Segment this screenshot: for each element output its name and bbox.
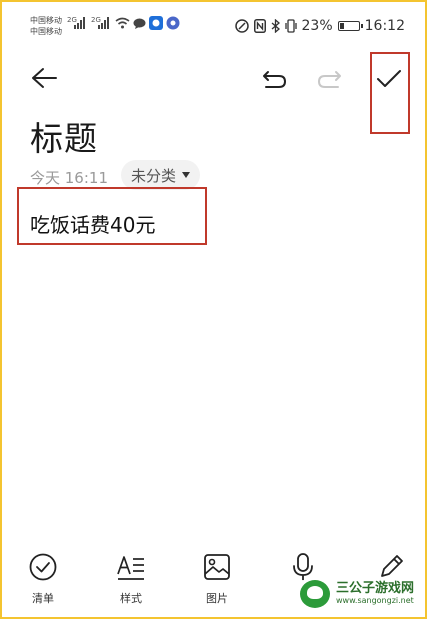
signal-icon (74, 17, 85, 29)
message-icon (133, 18, 146, 29)
carrier-1: 中国移动 (30, 16, 62, 25)
app-notification-icon (149, 16, 163, 30)
carrier-labels: 中国移动 中国移动 (30, 15, 62, 37)
handwriting-button[interactable] (376, 552, 406, 582)
category-selector[interactable]: 未分类 (121, 160, 201, 190)
checklist-label: 清单 (32, 592, 54, 605)
vibrate-icon (284, 19, 297, 33)
status-right: 23% 16:12 (234, 18, 405, 34)
battery-icon (337, 21, 363, 31)
undo-icon (263, 71, 286, 88)
image-button[interactable]: 图片 (202, 552, 232, 606)
undo-button[interactable] (258, 64, 290, 94)
image-label: 图片 (206, 592, 228, 605)
text-style-button[interactable]: 样式 (116, 552, 146, 606)
checklist-button[interactable]: 清单 (28, 552, 58, 606)
category-label: 未分类 (131, 166, 177, 185)
redo-icon (318, 71, 341, 88)
battery-fill (339, 23, 345, 29)
carrier-2: 中国移动 (30, 27, 62, 36)
clock: 16:12 (364, 18, 405, 34)
pen-icon (381, 555, 403, 577)
confirm-button[interactable] (372, 62, 406, 96)
note-title-input[interactable]: 标题 (30, 112, 98, 160)
checklist-icon (29, 553, 57, 581)
note-date: 今天 16:11 (30, 169, 108, 187)
voice-button[interactable] (288, 552, 318, 582)
text-style-label: 样式 (120, 592, 142, 605)
note-content[interactable]: 吃饭话费40元 (30, 209, 155, 238)
watermark-logo-icon (300, 580, 330, 608)
watermark-title: 三公子游戏网 (336, 581, 415, 596)
watermark-text: 三公子游戏网 www.sangongzi.net (336, 582, 414, 606)
check-icon (377, 70, 401, 87)
image-icon (204, 554, 230, 580)
signal-icon-2 (98, 17, 109, 29)
arrow-left-icon (32, 68, 57, 88)
wifi-icon (115, 17, 130, 29)
watermark-url: www.sangongzi.net (336, 596, 414, 605)
bluetooth-icon (271, 19, 280, 33)
redo-button[interactable] (314, 64, 346, 94)
text-style-icon (117, 556, 144, 580)
n-mark-icon (253, 19, 266, 33)
app-notification-icon-2 (166, 16, 180, 30)
screen-frame (0, 0, 427, 619)
back-button[interactable] (28, 62, 60, 94)
caret-down-icon (182, 172, 191, 178)
microphone-icon (293, 553, 313, 581)
battery-percent: 23% (301, 18, 333, 34)
watermark: 三公子游戏网 www.sangongzi.net (300, 580, 415, 608)
status-bar: 中国移动 中国移动 2G 2G 23% 16:12 (0, 0, 427, 44)
nfc-icon (234, 19, 249, 33)
